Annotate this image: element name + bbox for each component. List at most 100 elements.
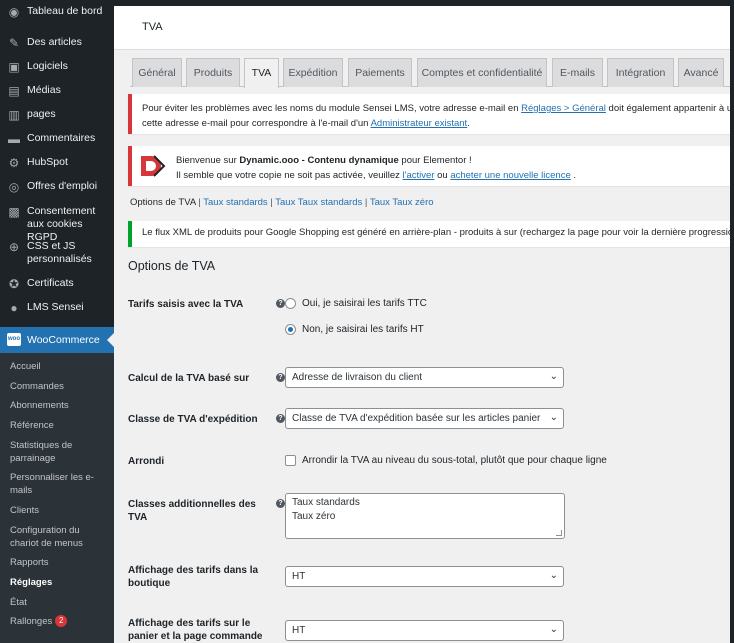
- submenu-item-reports[interactable]: Rapports: [10, 556, 110, 569]
- monitor-icon: ▣: [8, 60, 20, 74]
- sidebar-item-woocommerce[interactable]: woo WooCommerce: [0, 327, 114, 353]
- tab-general[interactable]: Général: [132, 58, 182, 87]
- sidebar-item-label: Offres d'emploi: [27, 180, 98, 192]
- checkbox-label: Arrondir la TVA au niveau du sous-total,…: [302, 455, 607, 466]
- page-header: TVA: [114, 6, 734, 50]
- notice-text: Le flux XML de produits pour Google Shop…: [142, 227, 734, 238]
- plugin-name: Dynamic.ooo - Contenu dynamique: [239, 155, 399, 166]
- tab-products[interactable]: Produits: [186, 58, 240, 87]
- sidebar-item-label: HubSpot: [27, 156, 68, 168]
- pin-icon: ✎: [8, 36, 20, 50]
- activate-link[interactable]: l'activer: [403, 170, 435, 181]
- submenu-item-clients[interactable]: Clients: [10, 504, 110, 517]
- notice-text: doit également appartenir à un uti: [608, 103, 734, 114]
- tax-based-on-label: Calcul de la TVA basé sur: [128, 373, 250, 384]
- display-prices-shop-select[interactable]: HT ⌄: [285, 566, 564, 587]
- existing-admin-link[interactable]: Administrateur existant: [371, 118, 468, 129]
- subnav-tax-options[interactable]: Options de TVA: [130, 197, 196, 208]
- tax-based-on-select[interactable]: Adresse de livraison du client ⌄: [285, 367, 564, 388]
- success-notice-google-feed: Le flux XML de produits pour Google Shop…: [128, 221, 734, 247]
- textarea-line: Taux standards: [292, 497, 360, 508]
- help-icon[interactable]: ?: [276, 299, 285, 308]
- sensei-icon: ●: [10, 301, 18, 315]
- window-border: [730, 0, 734, 643]
- tab-payments[interactable]: Paiements: [348, 58, 412, 87]
- app-window: ◉ Tableau de bord ✎ Des articles ▣ Logiciel…: [0, 0, 734, 643]
- submenu-item-home[interactable]: Accueil: [10, 360, 110, 373]
- sidebar-item-label: Tableau de bord: [27, 5, 103, 17]
- help-icon[interactable]: ?: [276, 414, 285, 423]
- dashboard-icon: ◉: [8, 5, 20, 19]
- buy-license-link[interactable]: acheter une nouvelle licence: [450, 170, 570, 181]
- sidebar-item-label: Médias: [27, 84, 61, 96]
- selected-value: Classe de TVA d'expédition basée sur les…: [292, 413, 541, 424]
- subnav-standard-rates-2[interactable]: Taux Taux standards: [275, 197, 362, 208]
- subnav-standard-rates[interactable]: Taux standards: [203, 197, 267, 208]
- selected-value: HT: [292, 625, 306, 636]
- prices-include-tax-no-radio[interactable]: [285, 324, 296, 335]
- submenu-item-settings[interactable]: Réglages: [10, 576, 110, 589]
- submenu-item-referral-stats[interactable]: Statistiques de parrainage: [10, 439, 110, 465]
- notice-text: .: [467, 118, 470, 129]
- help-icon[interactable]: ?: [276, 499, 285, 508]
- submenu-item-label: Rallonges: [10, 616, 53, 627]
- sidebar-item-label: Certificats: [27, 277, 74, 289]
- tab-accounts-privacy[interactable]: Comptes et confidentialité: [417, 58, 547, 87]
- jobs-icon: ◎: [8, 180, 20, 194]
- notice-text: pour Elementor !: [398, 155, 472, 166]
- textarea-line: Taux zéro: [292, 511, 336, 522]
- sidebar-item-label: Commentaires: [27, 132, 96, 144]
- comment-icon: ▬: [8, 132, 20, 146]
- submenu-item-subscriptions[interactable]: Abonnements: [10, 399, 110, 412]
- subnav-zero-rates[interactable]: Taux Taux zéro: [370, 197, 434, 208]
- additional-tax-classes-textarea[interactable]: Taux standards Taux zéro: [285, 493, 565, 539]
- page-title: TVA: [142, 21, 163, 33]
- submenu-item-reference[interactable]: Référence: [10, 419, 110, 432]
- sidebar-item-label: Consentement aux cookies RGPD: [27, 205, 96, 243]
- rounding-label: Arrondi: [128, 456, 165, 467]
- chevron-down-icon: ⌄: [549, 570, 558, 581]
- display-prices-shop-label: Affichage des tarifs dans la boutique: [128, 565, 259, 589]
- error-notice-sensei: Pour éviter les problèmes avec les noms …: [128, 94, 734, 134]
- submenu-item-menu-cart-config[interactable]: Configuration du chariot de menus: [10, 524, 110, 550]
- additional-tax-classes-label: Classes additionnelles des TVA: [128, 499, 256, 523]
- settings-general-link[interactable]: Réglages > Général: [521, 103, 606, 114]
- tab-integration[interactable]: Intégration: [607, 58, 674, 87]
- woocommerce-submenu: Accueil Commandes Abonnements Référence …: [0, 353, 114, 643]
- dynamic-ooo-notice: Bienvenue sur Dynamic.ooo - Contenu dyna…: [128, 146, 734, 186]
- submenu-item-extensions[interactable]: Rallonges 2: [10, 615, 110, 628]
- submenu-item-orders[interactable]: Commandes: [10, 380, 110, 393]
- notice-text: .: [570, 170, 577, 181]
- sidebar-item-label: WooCommerce: [27, 334, 100, 346]
- plus-circle-icon: ⊕: [8, 240, 20, 254]
- lock-icon: ▩: [8, 205, 20, 219]
- selected-value: HT: [292, 571, 306, 582]
- tab-tax[interactable]: TVA: [244, 58, 279, 88]
- radio-label: Non, je saisirai les tarifs HT: [302, 324, 424, 335]
- resize-handle-icon[interactable]: [556, 530, 562, 536]
- prices-include-tax-yes-radio[interactable]: [285, 298, 296, 309]
- help-icon[interactable]: ?: [276, 373, 285, 382]
- sidebar-item-label: LMS Sensei: [27, 301, 84, 313]
- tab-shipping[interactable]: Expédition: [283, 58, 343, 87]
- display-prices-cart-select[interactable]: HT ⌄: [285, 620, 564, 641]
- chevron-down-icon: ⌄: [549, 412, 558, 423]
- round-at-subtotal-checkbox[interactable]: [285, 455, 296, 466]
- media-icon: ▤: [8, 84, 20, 98]
- update-count-badge: 2: [55, 615, 68, 628]
- prices-include-tax-label: Tarifs saisis avec la TVA: [128, 299, 244, 310]
- notice-text: cette adresse e-mail pour correspondre à…: [142, 118, 371, 129]
- selected-value: Adresse de livraison du client: [292, 372, 423, 383]
- dynamic-ooo-logo-icon: [141, 155, 166, 177]
- submenu-item-status[interactable]: État: [10, 596, 110, 609]
- hubspot-icon: ⚙: [8, 156, 20, 170]
- sidebar-item-label: Logiciels: [27, 60, 68, 72]
- tab-advanced[interactable]: Avancé: [678, 58, 724, 87]
- shipping-tax-class-select[interactable]: Classe de TVA d'expédition basée sur les…: [285, 408, 564, 429]
- tab-emails[interactable]: E-mails: [552, 58, 603, 87]
- notice-text: ou: [434, 170, 451, 181]
- admin-sidebar: ◉ Tableau de bord ✎ Des articles ▣ Logiciel…: [0, 0, 114, 643]
- submenu-item-customize-emails[interactable]: Personnaliser les e-mails: [10, 471, 110, 497]
- radio-label: Oui, je saisirai les tarifs TTC: [302, 298, 427, 309]
- notice-text: Bienvenue sur: [176, 155, 240, 166]
